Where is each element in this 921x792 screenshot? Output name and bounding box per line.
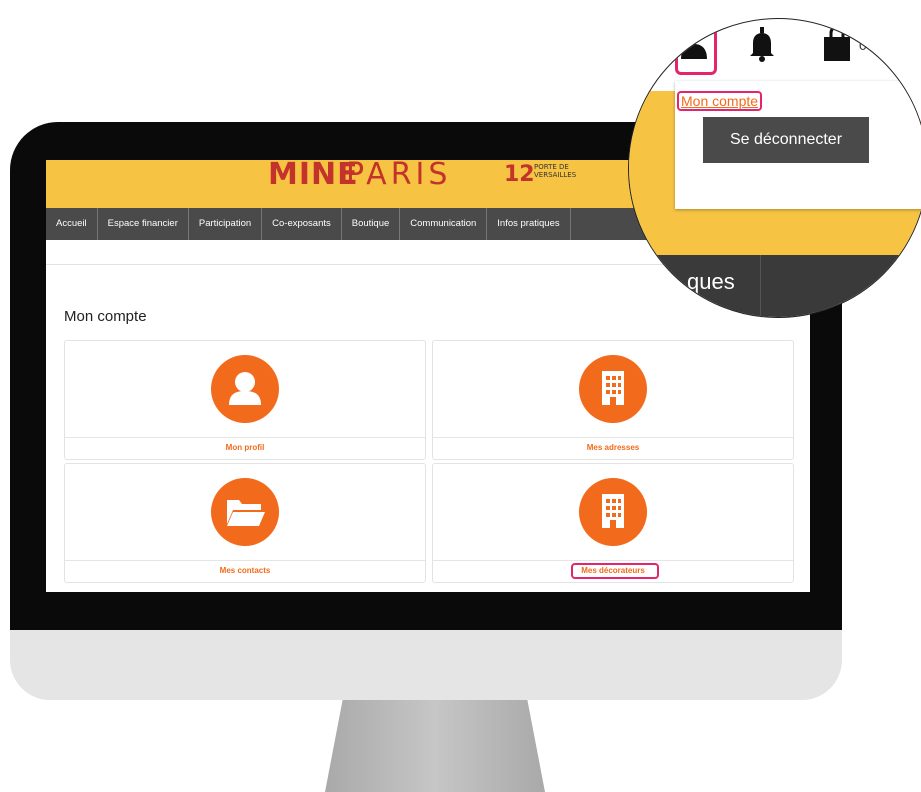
highlight-box	[675, 19, 717, 75]
nav-item-boutique[interactable]: Boutique	[342, 208, 401, 240]
nav-item-communication[interactable]: Communication	[400, 208, 488, 240]
card-label-mes-contacts[interactable]: Mes contacts	[65, 566, 425, 575]
logo-number: 12	[504, 162, 535, 187]
logo-subtitle-line2: VERSAILLES	[534, 171, 577, 179]
card-label-mes-adresses[interactable]: Mes adresses	[433, 443, 793, 452]
card-separator	[65, 560, 425, 561]
card-mes-contacts[interactable]: Mes contacts	[64, 463, 426, 583]
highlight-box	[571, 563, 659, 579]
logo-subtitle: PORTE DE VERSAILLES	[534, 163, 576, 179]
zoom-nav-divider	[760, 255, 761, 317]
building-icon	[579, 355, 647, 423]
card-mes-decorateurs[interactable]: Mes décorateurs	[432, 463, 794, 583]
card-separator	[433, 437, 793, 438]
shopping-bag-icon[interactable]	[821, 25, 853, 67]
logo-text-light[interactable]: PARIS	[346, 160, 451, 190]
card-label-mon-profil[interactable]: Mon profil	[65, 443, 425, 452]
nav-item-infos-pratiques[interactable]: Infos pratiques	[487, 208, 571, 240]
nav-item-accueil[interactable]: Accueil	[46, 208, 98, 240]
monitor-stand	[325, 700, 545, 792]
card-mon-profil[interactable]: Mon profil	[64, 340, 426, 460]
card-separator	[65, 437, 425, 438]
card-separator	[433, 560, 793, 561]
account-link[interactable]: Mon compte	[677, 91, 763, 111]
card-mes-adresses[interactable]: Mes adresses	[432, 340, 794, 460]
cart-count: 0	[859, 37, 867, 53]
folder-icon	[211, 478, 279, 546]
zoom-magnifier: ques 0 Mon compte Se déconnecter	[628, 18, 921, 318]
zoom-nav-background	[629, 255, 921, 317]
user-icon	[211, 355, 279, 423]
nav-item-participation[interactable]: Participation	[189, 208, 263, 240]
building-icon	[579, 478, 647, 546]
nav-item-espace-financier[interactable]: Espace financier	[98, 208, 189, 240]
account-dropdown: Mon compte Se déconnecter	[675, 81, 921, 209]
zoom-nav-fragment: ques	[687, 269, 735, 294]
logout-button[interactable]: Se déconnecter	[703, 117, 869, 163]
page-title: Mon compte	[64, 308, 147, 325]
bell-icon[interactable]	[747, 23, 777, 67]
logo-subtitle-line1: PORTE DE	[534, 163, 569, 171]
nav-item-co-exposants[interactable]: Co-exposants	[262, 208, 342, 240]
